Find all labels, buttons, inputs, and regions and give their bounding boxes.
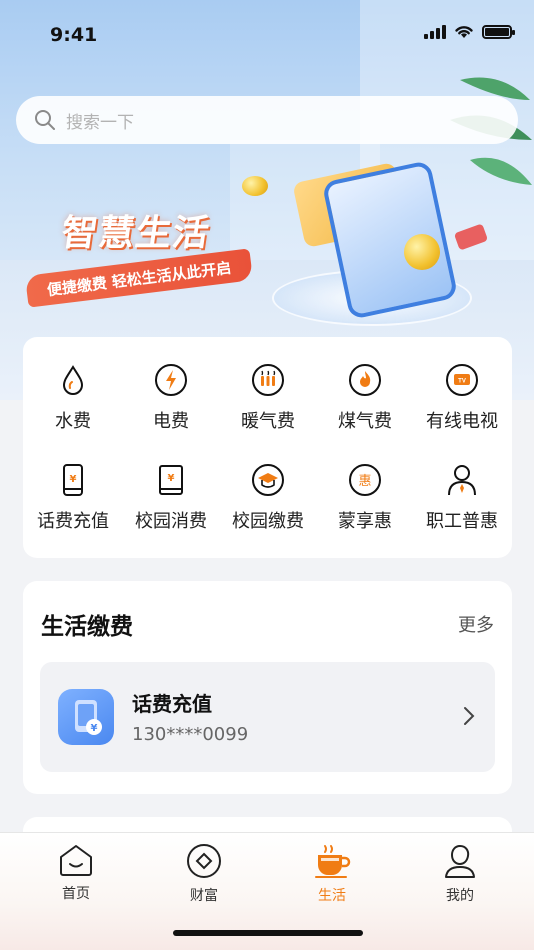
graduation-cap-icon	[252, 464, 284, 496]
profile-icon	[445, 844, 475, 878]
more-link[interactable]: 更多	[458, 611, 494, 637]
service-electricity[interactable]: 电费	[122, 363, 220, 433]
lightning-icon	[155, 364, 187, 396]
coin-illustration	[242, 176, 268, 196]
wealth-icon	[187, 844, 221, 878]
chevron-right-icon	[464, 707, 475, 725]
search-bar[interactable]: 搜索一下	[16, 96, 518, 144]
status-bar: 9:41	[0, 0, 534, 60]
tab-profile[interactable]: 我的	[415, 843, 505, 905]
life-payment-card: 生活缴费 更多 ¥ 话费充值 130****0099	[23, 581, 512, 794]
tab-home[interactable]: 首页	[31, 843, 121, 903]
item-phone-number: 130****0099	[132, 724, 249, 745]
svg-text:惠: 惠	[358, 474, 371, 489]
banner-title: 智慧生活	[58, 213, 213, 254]
service-gas[interactable]: 煤气费	[316, 363, 414, 433]
status-time: 9:41	[50, 24, 98, 46]
phone-topup-item[interactable]: ¥ 话费充值 130****0099	[40, 662, 495, 772]
service-heating[interactable]: 暖气费	[219, 363, 317, 433]
services-grid: 水费 电费 暖气费 煤气费 TV 有线电视 ¥ 话费充值 ¥ 校园消费 校园缴费…	[23, 337, 512, 558]
service-campus-fees[interactable]: 校园缴费	[219, 463, 317, 533]
battery-icon	[482, 24, 515, 39]
heater-icon	[252, 364, 284, 396]
svg-text:¥: ¥	[70, 474, 77, 485]
service-mengxianghui[interactable]: 惠 蒙享惠	[316, 463, 414, 533]
item-name: 话费充值	[132, 692, 212, 716]
service-phone-topup[interactable]: ¥ 话费充值	[24, 463, 122, 533]
home-indicator	[173, 930, 363, 936]
tv-icon: TV	[446, 364, 478, 396]
cellular-signal-icon	[424, 24, 446, 39]
tab-life[interactable]: 生活	[287, 843, 377, 905]
book-yuan-icon: ¥	[159, 465, 183, 495]
service-campus-spending[interactable]: ¥ 校园消费	[122, 463, 220, 533]
service-employee-benefits[interactable]: 职工普惠	[413, 463, 511, 533]
service-water[interactable]: 水费	[24, 363, 122, 433]
coffee-cup-icon	[315, 845, 351, 878]
water-drop-icon	[62, 365, 84, 395]
service-cable-tv[interactable]: TV 有线电视	[413, 363, 511, 433]
svg-text:TV: TV	[458, 379, 466, 385]
discount-icon: 惠	[349, 464, 381, 496]
wifi-icon	[455, 26, 473, 38]
employee-icon	[448, 465, 476, 496]
phone-topup-app-icon: ¥	[58, 689, 114, 745]
phone-yuan-icon: ¥	[63, 464, 83, 496]
flame-icon	[349, 364, 381, 396]
coin-illustration	[404, 234, 440, 270]
search-icon	[35, 110, 55, 130]
tab-wealth[interactable]: 财富	[159, 843, 249, 905]
search-placeholder: 搜索一下	[66, 112, 134, 133]
svg-text:¥: ¥	[91, 723, 98, 734]
home-icon	[60, 845, 92, 876]
section-title: 生活缴费	[41, 614, 133, 640]
svg-text:¥: ¥	[168, 473, 175, 484]
